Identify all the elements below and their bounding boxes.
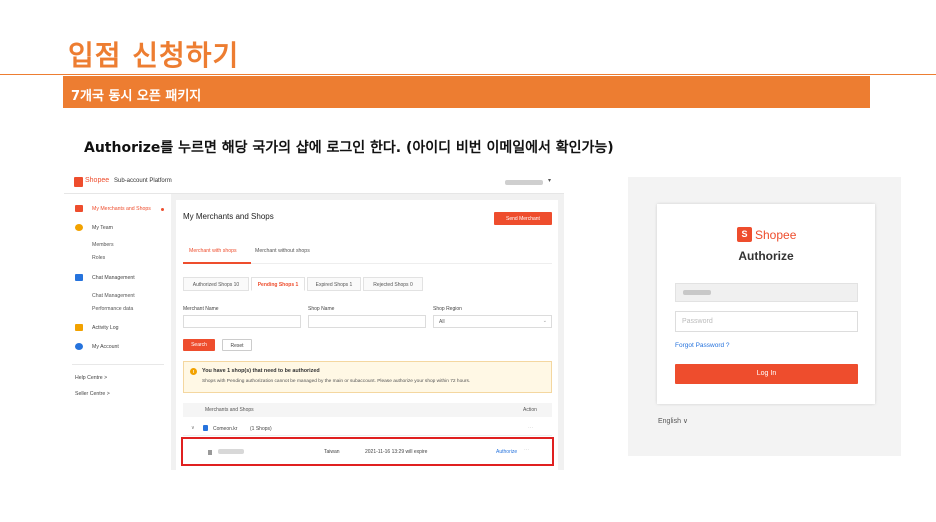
shop-name-input[interactable] (308, 315, 426, 328)
platform-topbar: Shopee Sub-account Platform ▾ (64, 172, 564, 194)
tab-expired-shops[interactable]: Expired Shops 1 (307, 277, 361, 291)
tab-rejected-shops[interactable]: Rejected Shops 0 (363, 277, 423, 291)
store-icon (75, 205, 83, 212)
subaccount-platform-screenshot: Shopee Sub-account Platform ▾ My Merchan… (64, 172, 564, 470)
send-merchant-button[interactable]: Send Merchant (494, 212, 552, 225)
more-icon[interactable]: ··· (524, 447, 529, 453)
sidebar-item-members[interactable]: Members (92, 242, 114, 248)
expire-time: 2021-11-16 13:29 will expire (365, 449, 428, 455)
shop-region: Taiwan (324, 449, 340, 455)
sidebar-item-label: My Merchants and Shops (92, 206, 151, 212)
table-header: Merchants and Shops Action (183, 403, 552, 417)
tab-authorized-shops[interactable]: Authorized Shops 10 (183, 277, 249, 291)
notification-dot (161, 208, 164, 211)
merchant-name-label: Merchant Name (183, 306, 219, 312)
sidebar-item-label: Activity Log (92, 325, 119, 331)
sidebar-item-label: Chat Management (92, 275, 135, 281)
sidebar-item-my-team[interactable]: My Team (64, 222, 171, 234)
account-icon (75, 343, 83, 350)
sidebar-item-activity-log[interactable]: Activity Log (64, 322, 171, 334)
merchant-name: Comeon.kr (213, 426, 238, 432)
chat-icon (75, 274, 83, 281)
sidebar-item-label: My Team (92, 225, 113, 231)
notice-title: You have 1 shop(s) that need to be autho… (202, 368, 320, 374)
shop-region-label: Shop Region (433, 306, 462, 312)
sidebar: My Merchants and Shops My Team Members R… (64, 194, 171, 470)
password-input[interactable]: Password (675, 311, 858, 332)
username-redacted (683, 290, 711, 295)
shopee-bag-icon: S (737, 227, 752, 242)
column-header-shops: Merchants and Shops (205, 407, 254, 413)
pending-notice: ! You have 1 shop(s) that need to be aut… (183, 361, 552, 393)
pending-shop-row-highlight: Taiwan 2021-11-16 13:29 will expire Auth… (181, 437, 554, 466)
forgot-password-link[interactable]: Forgot Password ? (675, 342, 730, 349)
tab-merchant-with-shops[interactable]: Merchant with shops (189, 248, 237, 254)
sidebar-item-my-account[interactable]: My Account (64, 341, 171, 353)
authorize-link[interactable]: Authorize (496, 449, 517, 455)
help-centre-link[interactable]: Help Centre > (75, 375, 107, 381)
merchant-icon (203, 425, 208, 431)
login-card: S Shopee Authorize Password Forgot Passw… (657, 204, 875, 404)
column-header-action: Action (523, 407, 537, 413)
active-tab-underline (183, 262, 251, 264)
chevron-down-icon[interactable]: ∨ (191, 425, 195, 431)
shopee-logo-icon (74, 177, 83, 187)
authorize-title: Authorize (738, 249, 794, 263)
sidebar-divider (72, 364, 164, 365)
log-icon (75, 324, 83, 331)
sidebar-item-my-merchants[interactable]: My Merchants and Shops (64, 203, 171, 215)
chevron-down-icon: ⌄ (542, 318, 547, 324)
title-divider (0, 74, 936, 75)
seller-centre-link[interactable]: Seller Centre > (75, 391, 110, 397)
tab-pending-shops[interactable]: Pending Shops 1 (251, 277, 305, 291)
username-input[interactable] (675, 283, 858, 302)
sidebar-item-performance[interactable]: Performance data (92, 306, 133, 312)
slide-title: 입점 신청하기 (68, 39, 240, 72)
shop-icon (208, 450, 212, 455)
shop-name-label: Shop Name (308, 306, 335, 312)
section-banner: 7개국 동시 오픈 패키지 (63, 76, 870, 108)
merchant-shop-count: (1 Shops) (250, 426, 272, 432)
merchant-group-row[interactable]: ∨ Comeon.kr (1 Shops) ··· (183, 422, 552, 436)
shop-region-value: All (439, 319, 445, 325)
search-button[interactable]: Search (183, 339, 215, 351)
page-title: My Merchants and Shops (183, 212, 274, 221)
authorize-login-screenshot: S Shopee Authorize Password Forgot Passw… (628, 177, 901, 456)
instruction-text: Authorize를 누르면 해당 국가의 샵에 로그인 한다. (아이디 비번… (84, 140, 614, 156)
shop-name-redacted (218, 449, 244, 454)
brand-name: Shopee (755, 228, 797, 242)
user-account-redacted[interactable] (505, 180, 543, 185)
shop-region-select[interactable]: All ⌄ (433, 315, 552, 328)
warning-icon: ! (190, 368, 197, 375)
sidebar-item-roles[interactable]: Roles (92, 255, 105, 261)
sidebar-item-chat-sub[interactable]: Chat Management (92, 293, 135, 299)
notice-description: Shops with Pending authorization cannot … (202, 379, 471, 384)
tab-merchant-without-shops[interactable]: Merchant without shops (255, 248, 310, 254)
merchant-name-input[interactable] (183, 315, 301, 328)
sidebar-item-chat-management[interactable]: Chat Management (64, 272, 171, 284)
sidebar-item-label: My Account (92, 344, 119, 350)
shopee-logo-text: Shopee (85, 177, 110, 184)
language-select[interactable]: English ∨ (658, 417, 688, 425)
more-icon[interactable]: ··· (528, 425, 533, 431)
login-button[interactable]: Log In (675, 364, 858, 384)
platform-title: Sub-account Platform (114, 178, 172, 184)
main-content: My Merchants and Shops Send Merchant Mer… (176, 200, 558, 470)
reset-button[interactable]: Reset (222, 339, 252, 351)
chevron-down-icon[interactable]: ▾ (548, 177, 551, 184)
team-icon (75, 224, 83, 231)
